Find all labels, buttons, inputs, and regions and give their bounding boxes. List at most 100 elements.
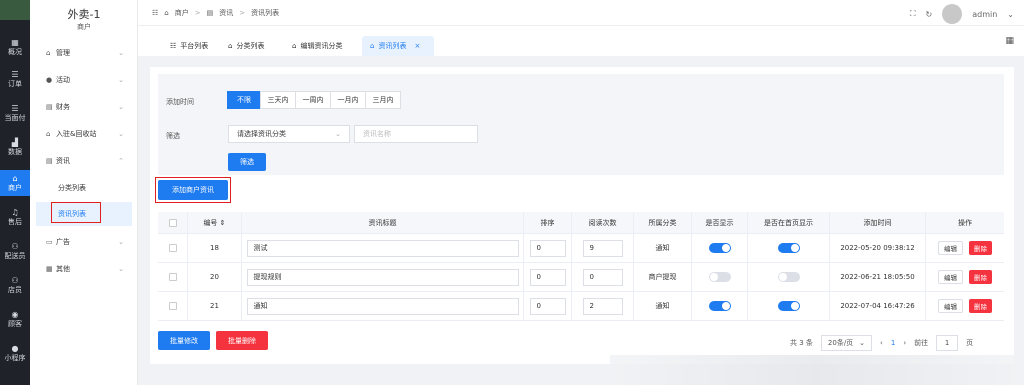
rail-item-pay[interactable]: ☰ 当面付 — [0, 100, 30, 126]
store-icon: ⌂ — [228, 42, 233, 50]
next-page-icon[interactable]: › — [903, 339, 906, 347]
table-row: 20 提现规则 0 0 商户提现 2022-06-21 18:05:50 编辑删… — [158, 263, 1004, 292]
sidebar-item-manage[interactable]: ⌂ 管理 ⌄ — [46, 46, 136, 60]
store-icon: ⌂ — [164, 9, 169, 17]
time-option-all[interactable]: 不限 — [227, 91, 261, 109]
tab-category-list[interactable]: ⌂ 分类列表 — [220, 36, 272, 56]
sidebar-item-recycle[interactable]: ⌂ 入驻&回收站 ⌄ — [46, 127, 136, 141]
highlight-box — [51, 202, 101, 223]
avatar[interactable] — [942, 4, 963, 24]
tab-news-list[interactable]: ⌂ 资讯列表 × — [362, 36, 434, 56]
page-number[interactable]: 1 — [891, 339, 895, 347]
pay-icon: ☰ — [11, 103, 19, 113]
sidebar-item-finance[interactable]: ▤ 财务 ⌄ — [46, 100, 136, 114]
news-name-input[interactable]: 资讯名称 — [354, 125, 478, 143]
sidebar-item-other[interactable]: ▦ 其他 ⌄ — [46, 262, 136, 276]
delete-button[interactable]: 删除 — [969, 299, 992, 313]
title-input[interactable]: 测试 — [246, 239, 519, 257]
headset-icon: ♫ — [11, 207, 19, 217]
time-option-week[interactable]: 一周内 — [295, 91, 331, 109]
home-toggle[interactable] — [777, 272, 800, 282]
delete-button[interactable]: 删除 — [969, 241, 992, 255]
col-home: 是否在首页显示 — [748, 212, 830, 233]
title-input[interactable]: 通知 — [246, 297, 519, 315]
delete-button[interactable]: 删除 — [969, 270, 992, 284]
breadcrumb-item[interactable]: 资讯 — [219, 8, 233, 18]
row-time: 2022-07-04 16:47:26 — [830, 292, 926, 320]
rail-item-merchant[interactable]: ⌂ 商户 — [0, 170, 30, 196]
show-toggle[interactable] — [708, 243, 731, 253]
rail-item-customer[interactable]: ◉ 顾客 — [0, 306, 30, 332]
row-time: 2022-05-20 09:38:12 — [830, 234, 926, 262]
highlight-box — [155, 177, 231, 203]
col-id[interactable]: 编号 ⇕ — [188, 212, 242, 233]
col-time: 添加时间 — [830, 212, 926, 233]
reads-input[interactable]: 2 — [582, 297, 623, 315]
edit-button[interactable]: 编辑 — [938, 299, 963, 313]
sort-input[interactable]: 0 — [529, 268, 566, 286]
edit-button[interactable]: 编辑 — [938, 241, 963, 255]
tab-platform-list[interactable]: ☷ 平台列表 — [162, 36, 216, 56]
collapse-icon[interactable]: ☷ — [152, 9, 158, 17]
prev-page-icon[interactable]: ‹ — [880, 339, 883, 347]
rail-item-miniapp[interactable]: ● 小程序 — [0, 340, 30, 366]
bulk-edit-button[interactable]: 批量修改 — [158, 331, 210, 350]
col-reads: 阅读次数 — [572, 212, 634, 233]
title-input[interactable]: 提现规则 — [246, 268, 519, 286]
rail-item-data[interactable]: ▟ 数据 — [0, 134, 30, 160]
reads-input[interactable]: 0 — [582, 268, 623, 286]
goto-input[interactable]: 1 — [936, 335, 959, 351]
filter-panel: 添加时间 不限 三天内 一周内 一月内 三月内 筛选 请选择资讯分类 ⌄ 资讯名称… — [158, 74, 1004, 175]
rail-item-overview[interactable]: ▦ 概况 — [0, 34, 30, 60]
staff-icon: ⚇ — [11, 275, 19, 285]
grid-icon: ▦ — [46, 265, 53, 273]
row-checkbox[interactable] — [168, 302, 177, 310]
rail-item-orders[interactable]: ☰ 订单 — [0, 66, 30, 92]
tab-edit-category[interactable]: ⌂ 编辑资讯分类 — [284, 36, 350, 56]
bulk-delete-button[interactable]: 批量删除 — [216, 331, 268, 350]
sidebar-item-ads[interactable]: ▭ 广告 ⌄ — [46, 235, 136, 249]
separator-icon: > — [239, 9, 246, 17]
time-option-3days[interactable]: 三天内 — [260, 91, 296, 109]
category-select[interactable]: 请选择资讯分类 ⌄ — [228, 125, 350, 143]
chevron-down-icon: ⌄ — [118, 238, 124, 246]
chevron-down-icon: ⌄ — [335, 130, 341, 138]
grid-menu-icon[interactable]: ▦ — [1005, 36, 1014, 46]
reads-input[interactable]: 9 — [582, 239, 623, 257]
order-icon: ☰ — [11, 69, 19, 79]
rail-item-courier[interactable]: ⚇ 配送员 — [0, 238, 30, 264]
separator-icon: > — [194, 9, 201, 17]
table-row: 21 通知 0 2 通知 2022-07-04 16:47:26 编辑 删除 — [158, 292, 1004, 321]
close-icon[interactable]: × — [414, 42, 420, 50]
page-size-select[interactable]: 20条/页 ⌄ — [820, 335, 873, 351]
home-toggle[interactable] — [777, 243, 800, 253]
rail-item-staff[interactable]: ⚇ 店员 — [0, 272, 30, 298]
rail-item-aftersale[interactable]: ♫ 售后 — [0, 204, 30, 230]
sidebar-item-activity[interactable]: ● 活动 ⌄ — [46, 73, 136, 87]
filter-button[interactable]: 筛选 — [228, 153, 266, 171]
sort-input[interactable]: 0 — [529, 297, 566, 315]
show-toggle[interactable] — [708, 301, 731, 311]
breadcrumb-item[interactable]: 商户 — [175, 8, 189, 18]
edit-button[interactable]: 编辑 — [938, 270, 963, 284]
home-toggle[interactable] — [777, 301, 800, 311]
list-icon: ☷ — [170, 42, 177, 50]
time-option-3months[interactable]: 三月内 — [365, 91, 401, 109]
top-bar: ☷ ⌂ 商户 > ▤ 资讯 > 资讯列表 ⛶ ↻ admin ⌄ — [138, 0, 1024, 26]
sort-input[interactable]: 0 — [529, 239, 566, 257]
show-toggle[interactable] — [708, 272, 731, 282]
time-option-month[interactable]: 一月内 — [330, 91, 366, 109]
sidebar-item-news[interactable]: ▤ 资讯 ⌃ — [46, 154, 136, 168]
fullscreen-icon[interactable]: ⛶ — [910, 9, 916, 19]
finance-icon: ▤ — [46, 103, 53, 111]
select-all-checkbox[interactable] — [168, 218, 177, 227]
refresh-icon[interactable]: ↻ — [926, 10, 933, 19]
username[interactable]: admin — [972, 10, 997, 19]
row-checkbox[interactable] — [168, 244, 177, 252]
row-checkbox[interactable] — [168, 273, 177, 281]
sidebar-subitem-categories[interactable]: 分类列表 — [36, 176, 132, 200]
chevron-down-icon: ⌄ — [118, 103, 124, 111]
goto-prefix: 前往 — [914, 339, 929, 347]
chevron-down-icon[interactable]: ⌄ — [1007, 10, 1014, 19]
chevron-down-icon: ⌄ — [118, 265, 124, 273]
